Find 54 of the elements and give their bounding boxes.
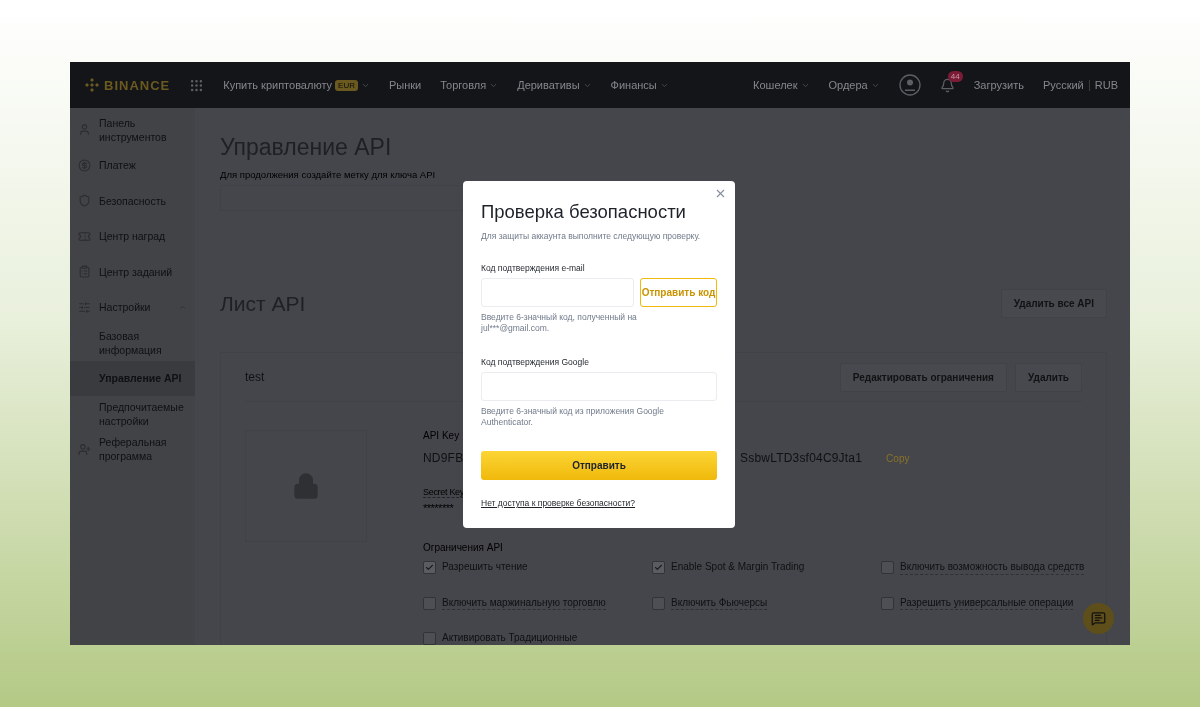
checkbox-label: Активировать Традиционные — [442, 632, 578, 645]
nav-link[interactable]: Финансы — [610, 79, 669, 91]
checkbox-label: Включить Фьючерсы — [671, 596, 768, 610]
help-link[interactable]: Нет доступа к проверке безопасности? — [481, 497, 636, 508]
copy-link[interactable]: Copy — [886, 452, 910, 464]
checkbox[interactable] — [423, 632, 436, 645]
lock-icon — [292, 472, 320, 500]
api-name: test — [245, 370, 266, 384]
nav-link[interactable]: Торговля — [440, 79, 499, 91]
sidebar-icon — [78, 158, 91, 172]
chat-icon — [1091, 611, 1106, 626]
diamond-logo-icon — [84, 77, 100, 93]
checkbox[interactable] — [652, 596, 665, 610]
google-code-label: Код подтверждения Google — [481, 356, 590, 367]
restrictions-label: Ограничения API — [423, 542, 504, 553]
logo[interactable]: BINANCE — [84, 77, 171, 93]
checkbox-label: Разрешить универсальные операции — [900, 596, 1074, 610]
nav-link[interactable]: Рынки — [388, 79, 422, 91]
label-hint: Для продолжения создайте метку для ключа API — [220, 169, 437, 180]
api-key-label: API Key — [423, 430, 461, 441]
google-code-hint: Введите 6-значный код из приложения Google Authenticator. — [481, 405, 665, 429]
check-icon — [425, 563, 434, 572]
card-action-button[interactable]: Редактировать ограничения — [839, 362, 1007, 392]
currency-badge: EUR — [335, 79, 358, 91]
nav-link[interactable]: Ордера — [828, 79, 880, 91]
api-key-start: ND9FB — [423, 451, 464, 465]
close-button[interactable] — [714, 187, 727, 200]
email-code-hint: Введите 6-значный код, полученный на jul***@gmail.com. — [481, 312, 638, 335]
checkbox[interactable] — [423, 561, 436, 574]
checkbox[interactable] — [881, 596, 894, 610]
currency-selector[interactable]: RUB — [1094, 79, 1118, 91]
dialog-subtitle: Для защиты аккаунта выполните следующую проверку. — [481, 231, 702, 241]
nav-link[interactable]: Купить криптовалюту EUR — [223, 79, 370, 91]
check-icon — [654, 563, 663, 572]
download-link[interactable]: Загрузить — [973, 79, 1024, 91]
bell-icon[interactable] — [939, 77, 955, 93]
card-action-button[interactable]: Удалить — [1014, 362, 1082, 392]
send-code-button[interactable]: Отправить код — [640, 278, 717, 307]
email-code-label: Код подтверждения e-mail — [481, 263, 586, 273]
checkbox[interactable] — [881, 561, 894, 574]
nav-link[interactable]: Кошелек — [753, 79, 810, 91]
notification-badge: 44 — [947, 70, 963, 82]
avatar-icon[interactable] — [898, 74, 921, 96]
api-key-end: SsbwLTD3sf04C9Jta1 — [740, 451, 863, 465]
checkbox[interactable] — [423, 596, 436, 610]
submit-button[interactable]: Отправить — [481, 450, 717, 480]
secret-key-value: ******** — [423, 502, 454, 514]
delete-all-button[interactable]: Удалить все API — [1000, 289, 1107, 318]
checkbox[interactable] — [652, 561, 665, 574]
dialog-title: Проверка безопасности — [481, 201, 687, 223]
chat-button[interactable] — [1083, 603, 1114, 634]
nav-link[interactable]: Деривативы — [517, 79, 592, 91]
apps-grid-icon[interactable] — [189, 77, 205, 93]
language-selector[interactable]: Русский — [1042, 79, 1084, 91]
